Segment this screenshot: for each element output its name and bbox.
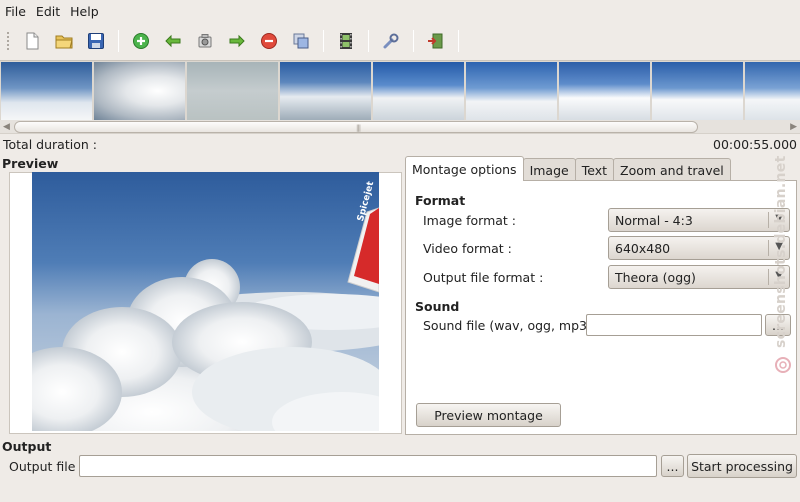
thumbnail[interactable] (373, 62, 464, 120)
montage-options-panel: Format Image format : Normal - 4:3 ▼ Vid… (405, 180, 797, 435)
copy-icon[interactable] (288, 28, 314, 54)
image-format-select[interactable]: Normal - 4:3 ▼ (608, 208, 790, 232)
tab-zoom-and-travel[interactable]: Zoom and travel (613, 158, 731, 181)
output-file-format-select[interactable]: Theora (ogg) ▼ (608, 265, 790, 289)
options-tabs: Montage options Image Text Zoom and trav… (405, 156, 731, 181)
video-format-label: Video format : (423, 241, 512, 256)
watermark-text: screenshots.debian.net (773, 155, 789, 348)
total-duration-value: 00:00:55.000 (713, 136, 797, 152)
filmstrip (0, 60, 800, 120)
thumbnail[interactable] (466, 62, 557, 120)
filmstrip-scrollbar[interactable]: ◀ ||| ▶ (0, 120, 800, 134)
thumbnail[interactable] (559, 62, 650, 120)
output-browse-button[interactable]: ... (661, 455, 684, 477)
tab-montage-options[interactable]: Montage options (405, 156, 524, 181)
toolbar-grip[interactable] (6, 31, 10, 51)
format-section-title: Format (415, 193, 466, 208)
combo-separator (768, 212, 769, 228)
thumbnail[interactable] (652, 62, 743, 120)
add-icon[interactable] (128, 28, 154, 54)
image-format-label: Image format : (423, 213, 517, 228)
new-document-icon[interactable] (19, 28, 45, 54)
tab-text[interactable]: Text (574, 158, 614, 181)
output-file-input[interactable] (79, 455, 657, 477)
toolbar-separator (458, 30, 459, 52)
output-file-format-label: Output file format : (423, 270, 544, 285)
camera-icon[interactable] (192, 28, 218, 54)
thumbnail[interactable] (94, 62, 185, 120)
menu-file[interactable]: File (0, 4, 31, 19)
output-file-format-value: Theora (ogg) (615, 269, 696, 285)
sound-file-input[interactable] (586, 314, 762, 336)
preview-image: Spicejet (32, 172, 379, 431)
thumbnail[interactable] (745, 62, 800, 120)
toolbar-separator (323, 30, 324, 52)
thumbnail[interactable] (280, 62, 371, 120)
toolbar-separator (413, 30, 414, 52)
menubar: File Edit Help (0, 0, 800, 22)
toolbar (0, 22, 800, 60)
image-format-value: Normal - 4:3 (615, 212, 693, 228)
thumbnail[interactable] (187, 62, 278, 120)
scrollbar-grip-icon: ||| (356, 124, 361, 132)
thumbnail[interactable] (1, 62, 92, 120)
open-folder-icon[interactable] (51, 28, 77, 54)
duration-row: Total duration : 00:00:55.000 (0, 134, 800, 154)
video-format-value: 640x480 (615, 240, 671, 256)
scrollbar-thumb[interactable]: ||| (14, 121, 698, 133)
output-file-label: Output file : (9, 459, 84, 474)
total-duration-label: Total duration : (3, 136, 97, 152)
video-format-select[interactable]: 640x480 ▼ (608, 236, 790, 260)
menu-help[interactable]: Help (65, 4, 104, 19)
forward-arrow-icon[interactable] (224, 28, 250, 54)
save-icon[interactable] (83, 28, 109, 54)
exit-icon[interactable] (423, 28, 449, 54)
statusbar (0, 480, 800, 502)
preview-title: Preview (2, 156, 59, 171)
watermark: screenshots.debian.net (770, 155, 796, 380)
back-arrow-icon[interactable] (160, 28, 186, 54)
preview-montage-button[interactable]: Preview montage (416, 403, 561, 427)
sound-section-title: Sound (415, 299, 460, 314)
combo-separator (768, 269, 769, 285)
remove-icon[interactable] (256, 28, 282, 54)
combo-separator (768, 240, 769, 256)
start-processing-button[interactable]: Start processing (687, 454, 797, 478)
tab-image[interactable]: Image (522, 158, 576, 181)
debian-swirl-icon (775, 357, 791, 373)
toolbar-separator (118, 30, 119, 52)
sound-file-label: Sound file (wav, ogg, mp3) : (423, 318, 601, 333)
menu-edit[interactable]: Edit (31, 4, 65, 19)
toolbar-separator (368, 30, 369, 52)
output-section-title: Output (2, 439, 52, 454)
wrench-icon[interactable] (378, 28, 404, 54)
scroll-left-icon[interactable]: ◀ (3, 122, 10, 132)
scroll-right-icon[interactable]: ▶ (790, 122, 797, 132)
film-icon[interactable] (333, 28, 359, 54)
